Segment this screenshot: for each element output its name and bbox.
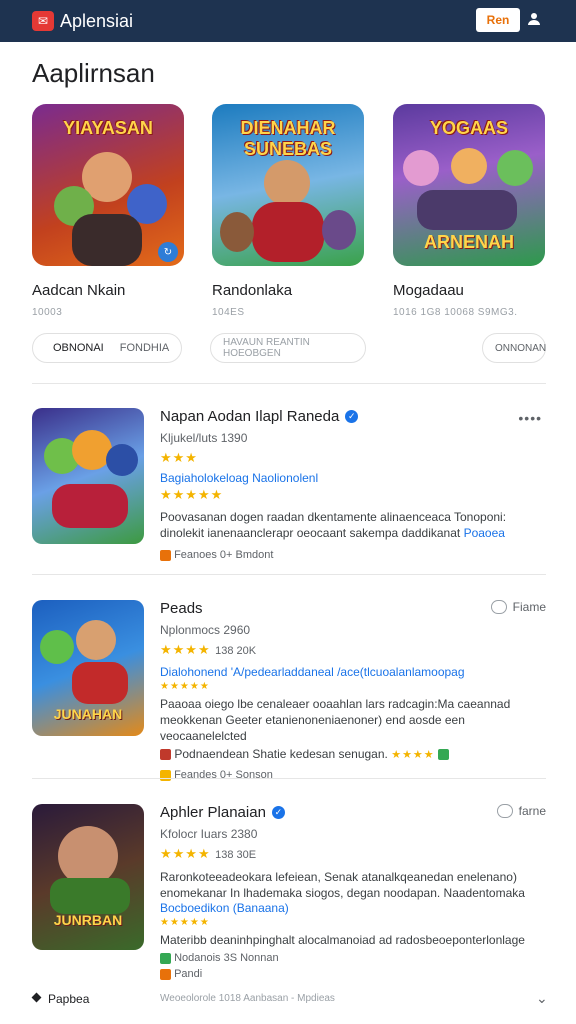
app-description-secondary: Podnaendean Shatie kedesan senugan. (174, 747, 388, 761)
featured-card[interactable]: DIENAHAR SUNEBAS Randonlaka 104ES (212, 104, 364, 318)
featured-thumbnail[interactable]: YOGAAS ARNENAH (393, 104, 545, 266)
featured-name: Mogadaau (393, 282, 464, 299)
app-footer: Feandes 0+ Sonson (174, 769, 273, 781)
rating-stars: ★★★★★ (160, 487, 224, 502)
featured-card[interactable]: YOGAAS ARNENAH Mogadaau 1016 1G8 10068 S… (393, 104, 545, 318)
list-item[interactable]: Napan Aodan Ilapl Raneda ✓ Kljukel/luts 1… (32, 408, 546, 561)
chat-bubble-icon (496, 804, 513, 818)
app-description: Poovasanan dogen raadan dkentamente alin… (160, 510, 507, 540)
top-action-button[interactable]: Ren (476, 8, 520, 32)
rating-count: 138 20K (215, 645, 257, 657)
chip-label: ONNONAN (495, 342, 547, 354)
app-link[interactable]: Dialohonend 'A/pedearladdaneal /ace(tlcu… (160, 665, 546, 679)
featured-subtitle: 1016 1G8 10068 S9MG3. (393, 307, 518, 318)
app-thumbnail[interactable]: JUNRBAN (32, 804, 144, 950)
app-title[interactable]: Napan Aodan Ilapl Raneda (160, 408, 339, 425)
action-label: Fiame (512, 600, 546, 614)
featured-subtitle: 10003 (32, 307, 63, 318)
app-logo-icon[interactable]: ✉ (32, 11, 54, 31)
thumbnail-title: YOGAAS (429, 118, 508, 138)
featured-thumbnail[interactable]: DIENAHAR SUNEBAS (212, 104, 364, 266)
featured-subtitle: 104ES (212, 307, 245, 318)
age-rating-icon (160, 549, 171, 561)
app-description: Raronkoteeadeokara lefeiean, Senak atana… (160, 870, 525, 900)
bottom-left-label[interactable]: Papbea (48, 992, 89, 1006)
rating-stars: ★★★★★ (160, 917, 210, 928)
app-meta: Nplonmocs 2960 (160, 623, 251, 637)
app-title[interactable]: Peads (160, 600, 203, 617)
thumbnail-title: YIAYASAN (63, 118, 153, 138)
badge-icon (160, 749, 171, 761)
filter-chip[interactable]: ONNONAN (482, 333, 546, 363)
featured-name: Aadcan Nkain (32, 282, 126, 299)
bottom-middle-label: Weoeolorole 1018 Aanbasan - Mpdieas (160, 993, 335, 1004)
featured-name: Randonlaka (212, 282, 293, 299)
rating-stars-inline: ★★★★ (391, 749, 435, 761)
chat-bubble-icon (490, 600, 507, 614)
action-button[interactable]: farne (496, 804, 546, 818)
action-button[interactable]: Fiame (490, 600, 546, 614)
app-title[interactable]: Aphler Planaian (160, 804, 266, 821)
app-meta: Kfolocr Iuars 2380 (160, 827, 258, 841)
featured-thumbnail[interactable]: YIAYASAN ↻ (32, 104, 184, 266)
verified-icon: ✓ (271, 806, 285, 819)
verified-icon: ✓ (345, 410, 359, 423)
more-options-icon[interactable]: •••• (518, 410, 542, 426)
list-item[interactable]: JUNAHAN Peads Nplonmocs 2960 ★★★★ 138 20… (32, 600, 546, 781)
divider (32, 778, 546, 779)
rating-count: 138 30E (215, 849, 257, 861)
section-title: Aaplirnsan (32, 58, 155, 88)
divider (32, 574, 546, 575)
rating-stars: ★★★★ (160, 846, 211, 861)
app-description: Paaoaa oiego lbe cenaleaer ooaahlan lars… (160, 697, 511, 743)
app-thumbnail[interactable] (32, 408, 144, 544)
filter-chip[interactable]: HAVAUN REANTIN HOEOBGEN (210, 333, 366, 363)
filter-chip[interactable]: OBNONAI FONDHIA (32, 333, 182, 363)
badge-icon (160, 968, 171, 980)
list-item[interactable]: JUNRBAN Aphler Planaian ✓ Kfolocr Iuars 2… (32, 804, 546, 980)
account-icon[interactable] (528, 12, 542, 26)
install-icon (438, 749, 449, 761)
rating-stars: ★★★ (160, 450, 198, 465)
thumbnail-title: DIENAHAR SUNEBAS (240, 118, 336, 159)
chip-label: OBNONAI (53, 342, 104, 354)
chevron-down-icon[interactable]: ⌄ (536, 990, 548, 1007)
description-link[interactable]: Poaoea (464, 526, 505, 540)
app-link[interactable]: Bocboedikon (Banaana) (160, 901, 546, 915)
chip-label: HAVAUN REANTIN HOEOBGEN (223, 337, 310, 359)
app-footer-secondary: Pandi (174, 968, 203, 980)
app-footer: Nodanois 3S Nonnan (174, 952, 279, 964)
play-icon[interactable]: ↻ (158, 242, 178, 262)
app-title: Aplensiai (60, 10, 134, 31)
bottom-bar: Papbea Weoeolorole 1018 Aanbasan - Mpdie… (0, 984, 576, 1014)
divider (32, 383, 546, 384)
bullet-icon (31, 992, 42, 1003)
chip-label-secondary: FONDHIA (119, 342, 170, 354)
app-thumbnail[interactable]: JUNAHAN (32, 600, 144, 736)
rating-stars: ★★★★ (160, 642, 211, 657)
app-link[interactable]: Bagiaholokeloag Naolionolenl (160, 471, 546, 485)
app-meta: Kljukel/luts 1390 (160, 431, 248, 445)
age-rating-icon (160, 952, 171, 964)
action-label: farne (518, 804, 546, 818)
app-footer: Feanoes 0+ Bmdont (174, 549, 274, 561)
rating-stars: ★★★★★ (160, 681, 210, 692)
app-description-secondary: Materibb deaninhpinghalt alocalmanoiad a… (160, 933, 525, 947)
featured-card[interactable]: YIAYASAN ↻ Aadcan Nkain 10003 (32, 104, 184, 318)
